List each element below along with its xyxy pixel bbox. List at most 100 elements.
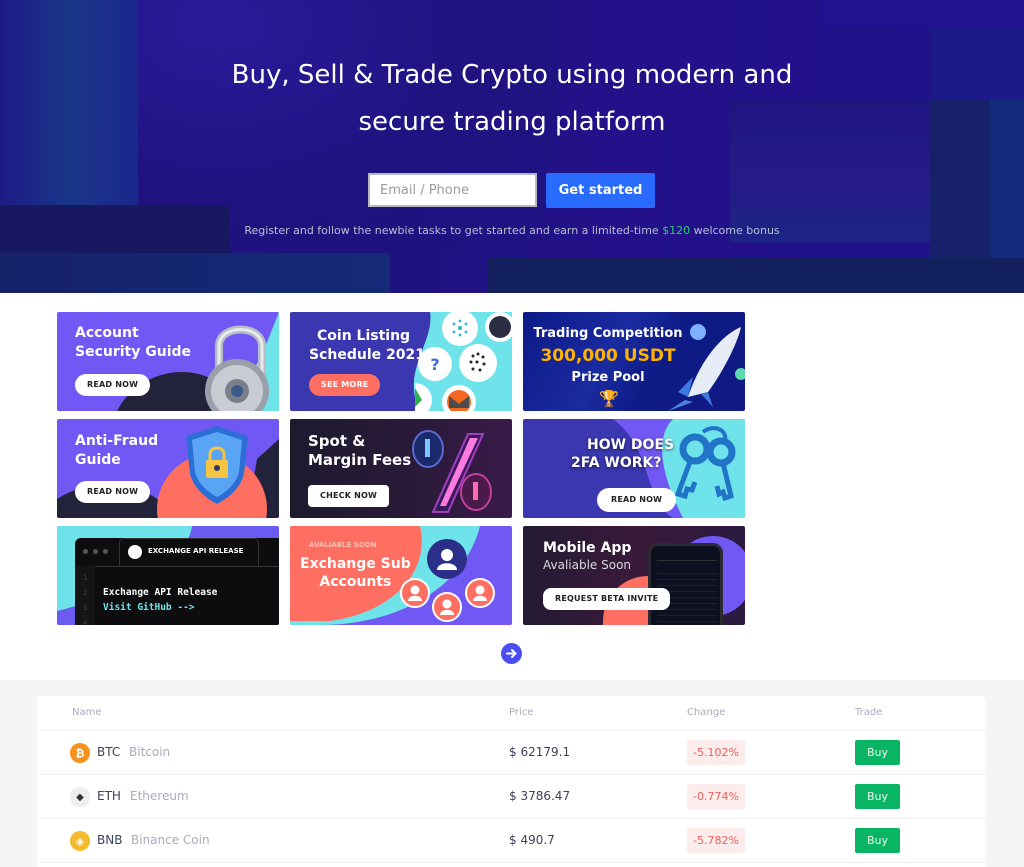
- change-badge: -5.102%: [687, 740, 745, 765]
- line-numbers: 1 2 3 4: [83, 571, 87, 625]
- eth-icon: ◆: [70, 787, 90, 807]
- coin-price: $ 3786.47: [509, 789, 571, 803]
- carousel-next-button[interactable]: [501, 643, 522, 664]
- hero-title-line1: Buy, Sell & Trade Crypto using modern an…: [231, 60, 793, 90]
- header-trade: Trade: [855, 707, 883, 718]
- banner-exchange-api[interactable]: EXCHANGE API RELEASE 1 2 3 4 Exchange AP…: [57, 526, 279, 625]
- window-dots: [83, 549, 108, 554]
- percent-icon: [412, 430, 492, 513]
- btc-icon: ₿: [70, 743, 90, 763]
- banner-title: HOW DOES 2FA WORK?: [571, 436, 674, 472]
- banner-title: Account Security Guide: [75, 324, 191, 362]
- banner-spot-margin-fees[interactable]: Spot & Margin Fees CHECK NOW: [290, 419, 512, 518]
- table-row[interactable]: ₿ BTC Bitcoin $ 62179.1 -5.102% Buy: [37, 731, 986, 775]
- banner-title-line: Accounts: [319, 574, 392, 590]
- table-row[interactable]: ◈ BNB Binance Coin $ 490.7 -5.782% Buy: [37, 819, 986, 863]
- hero-title-line2: secure trading platform: [358, 107, 666, 137]
- banner-mobile-app[interactable]: Mobile App Avaliable Soon REQUEST BETA I…: [523, 526, 745, 625]
- banner-title-line: Anti-Fraud: [75, 433, 159, 449]
- arrow-right-icon: [506, 649, 517, 658]
- banner-title-line: Spot &: [308, 432, 366, 450]
- buy-button[interactable]: Buy: [855, 828, 900, 853]
- line-number: 1: [83, 574, 88, 582]
- banner-title: Trading Competition 300,000 USDT Prize P…: [523, 324, 693, 388]
- table-row[interactable]: ◆ ETH Ethereum $ 3786.47 -0.774% Buy: [37, 775, 986, 819]
- hero-section: Buy, Sell & Trade Crypto using modern an…: [0, 0, 1024, 293]
- bnb-icon: ◈: [70, 831, 90, 851]
- line-number: 3: [83, 604, 88, 612]
- banner-title-line: Schedule 2021: [309, 347, 425, 363]
- banner-title-line: Prize Pool: [571, 370, 645, 385]
- banner-title: Exchange Sub Accounts: [300, 555, 411, 591]
- coin-price: $ 62179.1: [509, 745, 571, 759]
- coin-price: $ 490.7: [509, 833, 555, 847]
- banner-title: Spot & Margin Fees: [308, 432, 411, 470]
- hero-note: Register and follow the newbie tasks to …: [0, 224, 1024, 237]
- hero-bg-block: [488, 258, 1024, 293]
- buy-button[interactable]: Buy: [855, 784, 900, 809]
- banner-title-line: 2FA WORK?: [571, 455, 662, 471]
- signup-form: Get started: [368, 173, 655, 208]
- check-now-button[interactable]: CHECK NOW: [308, 485, 390, 507]
- read-now-button[interactable]: READ NOW: [597, 488, 677, 512]
- banner-kicker: AVALIABLE SOON: [309, 541, 377, 549]
- banner-title: Anti-Fraud Guide: [75, 432, 158, 470]
- sub-accounts-icon: [400, 539, 495, 622]
- buy-button[interactable]: Buy: [855, 740, 900, 765]
- code-window: EXCHANGE API RELEASE 1 2 3 4 Exchange AP…: [75, 538, 279, 625]
- banner-title-line: Security Guide: [75, 344, 192, 360]
- tab: EXCHANGE API RELEASE: [119, 538, 259, 566]
- banner-account-security[interactable]: Account Security Guide READ NOW: [57, 312, 279, 411]
- see-more-button[interactable]: SEE MORE: [309, 374, 381, 396]
- coin-symbol: ETH: [97, 789, 121, 803]
- banner-trading-competition[interactable]: Trading Competition 300,000 USDT Prize P…: [523, 312, 745, 411]
- read-now-button[interactable]: READ NOW: [75, 374, 151, 396]
- table-header: Name Price Change Trade: [37, 696, 986, 731]
- banner-title-line: Coin Listing: [317, 328, 411, 344]
- header-price: Price: [509, 707, 534, 718]
- trophy-icon: 🏆: [599, 389, 619, 408]
- banner-subtitle: Avaliable Soon: [543, 558, 632, 572]
- coin-symbol: BNB: [97, 833, 123, 847]
- bonus-amount: $120: [662, 224, 691, 237]
- banner-anti-fraud[interactable]: Anti-Fraud Guide READ NOW: [57, 419, 279, 518]
- get-started-button[interactable]: Get started: [546, 173, 655, 208]
- email-phone-input[interactable]: [368, 173, 537, 207]
- request-beta-invite-button[interactable]: REQUEST BETA INVITE: [543, 588, 671, 610]
- hero-bg-block: [820, 0, 1024, 28]
- banner-title-line: Trading Competition: [533, 326, 683, 341]
- code-line: Exchange API Release: [103, 587, 218, 598]
- hero-title: Buy, Sell & Trade Crypto using modern an…: [0, 52, 1024, 146]
- note-text: Register and follow the newbie tasks to …: [244, 224, 663, 237]
- banner-title-line: Guide: [75, 452, 121, 468]
- change-badge: -0.774%: [687, 784, 745, 809]
- banner-title-line: Mobile App: [543, 540, 632, 556]
- promo-banners: Account Security Guide READ NOW ? Coin L…: [57, 312, 745, 625]
- coin-name: Bitcoin: [129, 745, 171, 759]
- tab-label: EXCHANGE API RELEASE: [148, 547, 244, 555]
- banner-title: Coin Listing Schedule 2021: [309, 327, 425, 365]
- note-text: welcome bonus: [690, 224, 780, 237]
- svg-text:?: ?: [430, 355, 439, 374]
- keys-icon: [674, 426, 736, 502]
- banner-title-line: Exchange Sub: [300, 556, 411, 572]
- hero-bg-block: [0, 253, 390, 293]
- coin-name: Binance Coin: [131, 833, 210, 847]
- banner-2fa[interactable]: HOW DOES 2FA WORK? READ NOW: [523, 419, 745, 518]
- banner-coin-listing[interactable]: ? Coin Listing Schedule 2021 SEE MORE: [290, 312, 512, 411]
- coin-symbol: BTC: [97, 745, 121, 759]
- code-text: Exchange API Release Visit GitHub -->: [103, 585, 217, 615]
- coin-logos-icon: ?: [415, 312, 512, 411]
- line-number: 4: [83, 619, 88, 625]
- visit-github-link[interactable]: Visit GitHub -->: [103, 600, 217, 615]
- change-badge: -5.782%: [687, 828, 745, 853]
- phone-icon: [648, 543, 723, 625]
- banner-title-line: Account: [75, 325, 139, 341]
- prize-amount: 300,000 USDT: [540, 346, 676, 366]
- header-change: Change: [687, 707, 726, 718]
- shield-lock-icon: [186, 426, 248, 504]
- banner-sub-accounts[interactable]: AVALIABLE SOON Exchange Sub Accounts: [290, 526, 512, 625]
- coin-name: Ethereum: [130, 789, 189, 803]
- banner-title: Mobile App Avaliable Soon: [543, 540, 631, 574]
- read-now-button[interactable]: READ NOW: [75, 481, 151, 503]
